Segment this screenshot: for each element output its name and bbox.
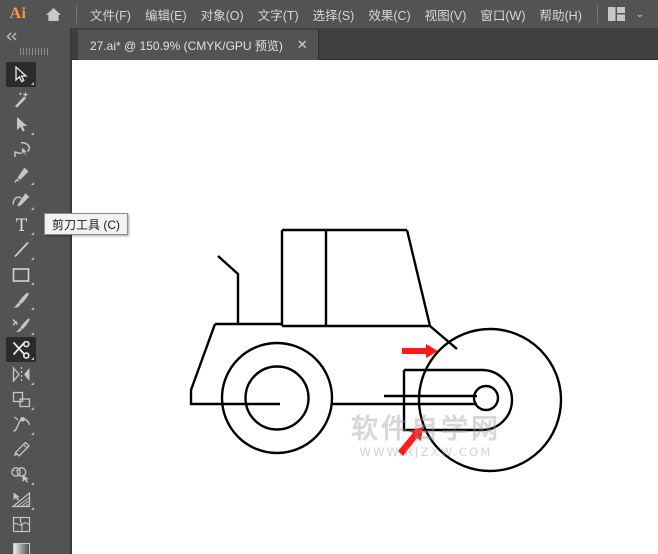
selection-tool[interactable] — [6, 62, 36, 87]
annotation-arrow-lower — [398, 427, 423, 456]
collapse-panel-button[interactable] — [0, 28, 70, 44]
shape-builder-tool[interactable] — [6, 462, 36, 487]
document-tab-label: 27.ai* @ 150.9% (CMYK/GPU 预览) — [90, 38, 283, 53]
document-tab[interactable]: 27.ai* @ 150.9% (CMYK/GPU 预览) ✕ — [78, 30, 319, 60]
mesh-tool[interactable] — [6, 512, 36, 537]
menubar-divider-right — [596, 5, 598, 23]
tool-flyout-indicator — [31, 207, 34, 210]
front-roller-drum — [417, 327, 563, 473]
tool-flyout-indicator — [31, 357, 34, 360]
tool-flyout-indicator — [31, 257, 34, 260]
tool-tooltip: 剪刀工具 (C) — [44, 213, 128, 235]
menu-object[interactable]: 对象(O) — [194, 0, 251, 28]
paintbrush-tool[interactable] — [6, 287, 36, 312]
panel-grip-handle[interactable] — [0, 44, 70, 58]
tool-flyout-indicator — [31, 232, 34, 235]
roller-axle-hub — [472, 384, 500, 412]
rotate-reflect-tool[interactable] — [6, 362, 36, 387]
gradient-tool[interactable] — [6, 537, 36, 554]
tool-flyout-indicator — [31, 482, 34, 485]
illustrator-window: Ai 文件(F) 编辑(E) 对象(O) 文字(T) 选择(S) 效果(C) 视… — [0, 0, 658, 554]
scale-tool[interactable] — [6, 387, 36, 412]
menu-file[interactable]: 文件(F) — [83, 0, 138, 28]
line-segment-tool[interactable] — [6, 237, 36, 262]
tool-flyout-indicator — [31, 332, 34, 335]
rectangle-tool[interactable] — [6, 262, 36, 287]
tool-flyout-indicator — [31, 432, 34, 435]
artwork-paths — [189, 228, 563, 473]
tool-flyout-indicator — [31, 307, 34, 310]
menu-select[interactable]: 选择(S) — [306, 0, 362, 28]
app-logo: Ai — [9, 5, 27, 22]
menubar-divider — [76, 5, 77, 23]
workspace-switcher-icon[interactable] — [604, 0, 630, 28]
home-icon[interactable] — [36, 0, 70, 28]
free-transform-tool[interactable] — [6, 437, 36, 462]
tool-flyout-indicator — [31, 407, 34, 410]
close-icon[interactable]: ✕ — [297, 37, 308, 53]
tool-flyout-indicator — [31, 282, 34, 285]
menu-view[interactable]: 视图(V) — [418, 0, 474, 28]
menu-effect[interactable]: 效果(C) — [361, 0, 417, 28]
magic-wand-tool[interactable] — [6, 87, 36, 112]
pen-tool[interactable] — [6, 162, 36, 187]
svg-text:T: T — [15, 216, 27, 233]
annotation-arrow-upper — [402, 344, 438, 358]
tools-grid: T — [0, 58, 70, 554]
menu-help[interactable]: 帮助(H) — [533, 0, 589, 28]
exhaust-pipe-path — [217, 255, 240, 324]
menu-type[interactable]: 文字(T) — [251, 0, 306, 28]
roller-yoke-arm — [402, 368, 514, 432]
shaper-tool[interactable] — [6, 312, 36, 337]
menu-edit[interactable]: 编辑(E) — [138, 0, 194, 28]
tool-flyout-indicator — [31, 182, 34, 185]
direct-selection-tool[interactable] — [6, 112, 36, 137]
scissors-tool[interactable] — [6, 337, 36, 362]
rear-wheel-hub — [244, 365, 310, 431]
document-tab-bar: 27.ai* @ 150.9% (CMYK/GPU 预览) ✕ — [72, 28, 658, 60]
tool-flyout-indicator — [31, 82, 34, 85]
hood-front-slope — [189, 323, 280, 406]
curvature-tool[interactable] — [6, 187, 36, 212]
cab-right-post — [405, 229, 432, 327]
lasso-tool[interactable] — [6, 137, 36, 162]
menu-bar: Ai 文件(F) 编辑(E) 对象(O) 文字(T) 选择(S) 效果(C) 视… — [0, 0, 658, 28]
canvas-area[interactable]: 软件自学网 WWW.RJZXW.COM — [74, 60, 658, 554]
rear-wheel-outer — [220, 341, 334, 455]
type-tool[interactable]: T — [6, 212, 36, 237]
tool-flyout-indicator — [31, 132, 34, 135]
perspective-grid-tool[interactable] — [6, 487, 36, 512]
chevron-down-icon[interactable]: ⌄ — [630, 9, 650, 20]
tool-flyout-indicator — [31, 507, 34, 510]
tools-panel: T — [0, 28, 72, 554]
menu-window[interactable]: 窗口(W) — [473, 0, 532, 28]
width-tool[interactable] — [6, 412, 36, 437]
tool-flyout-indicator — [31, 382, 34, 385]
road-roller-artwork — [189, 228, 563, 473]
menubar-right-group: ⌄ — [591, 0, 658, 28]
